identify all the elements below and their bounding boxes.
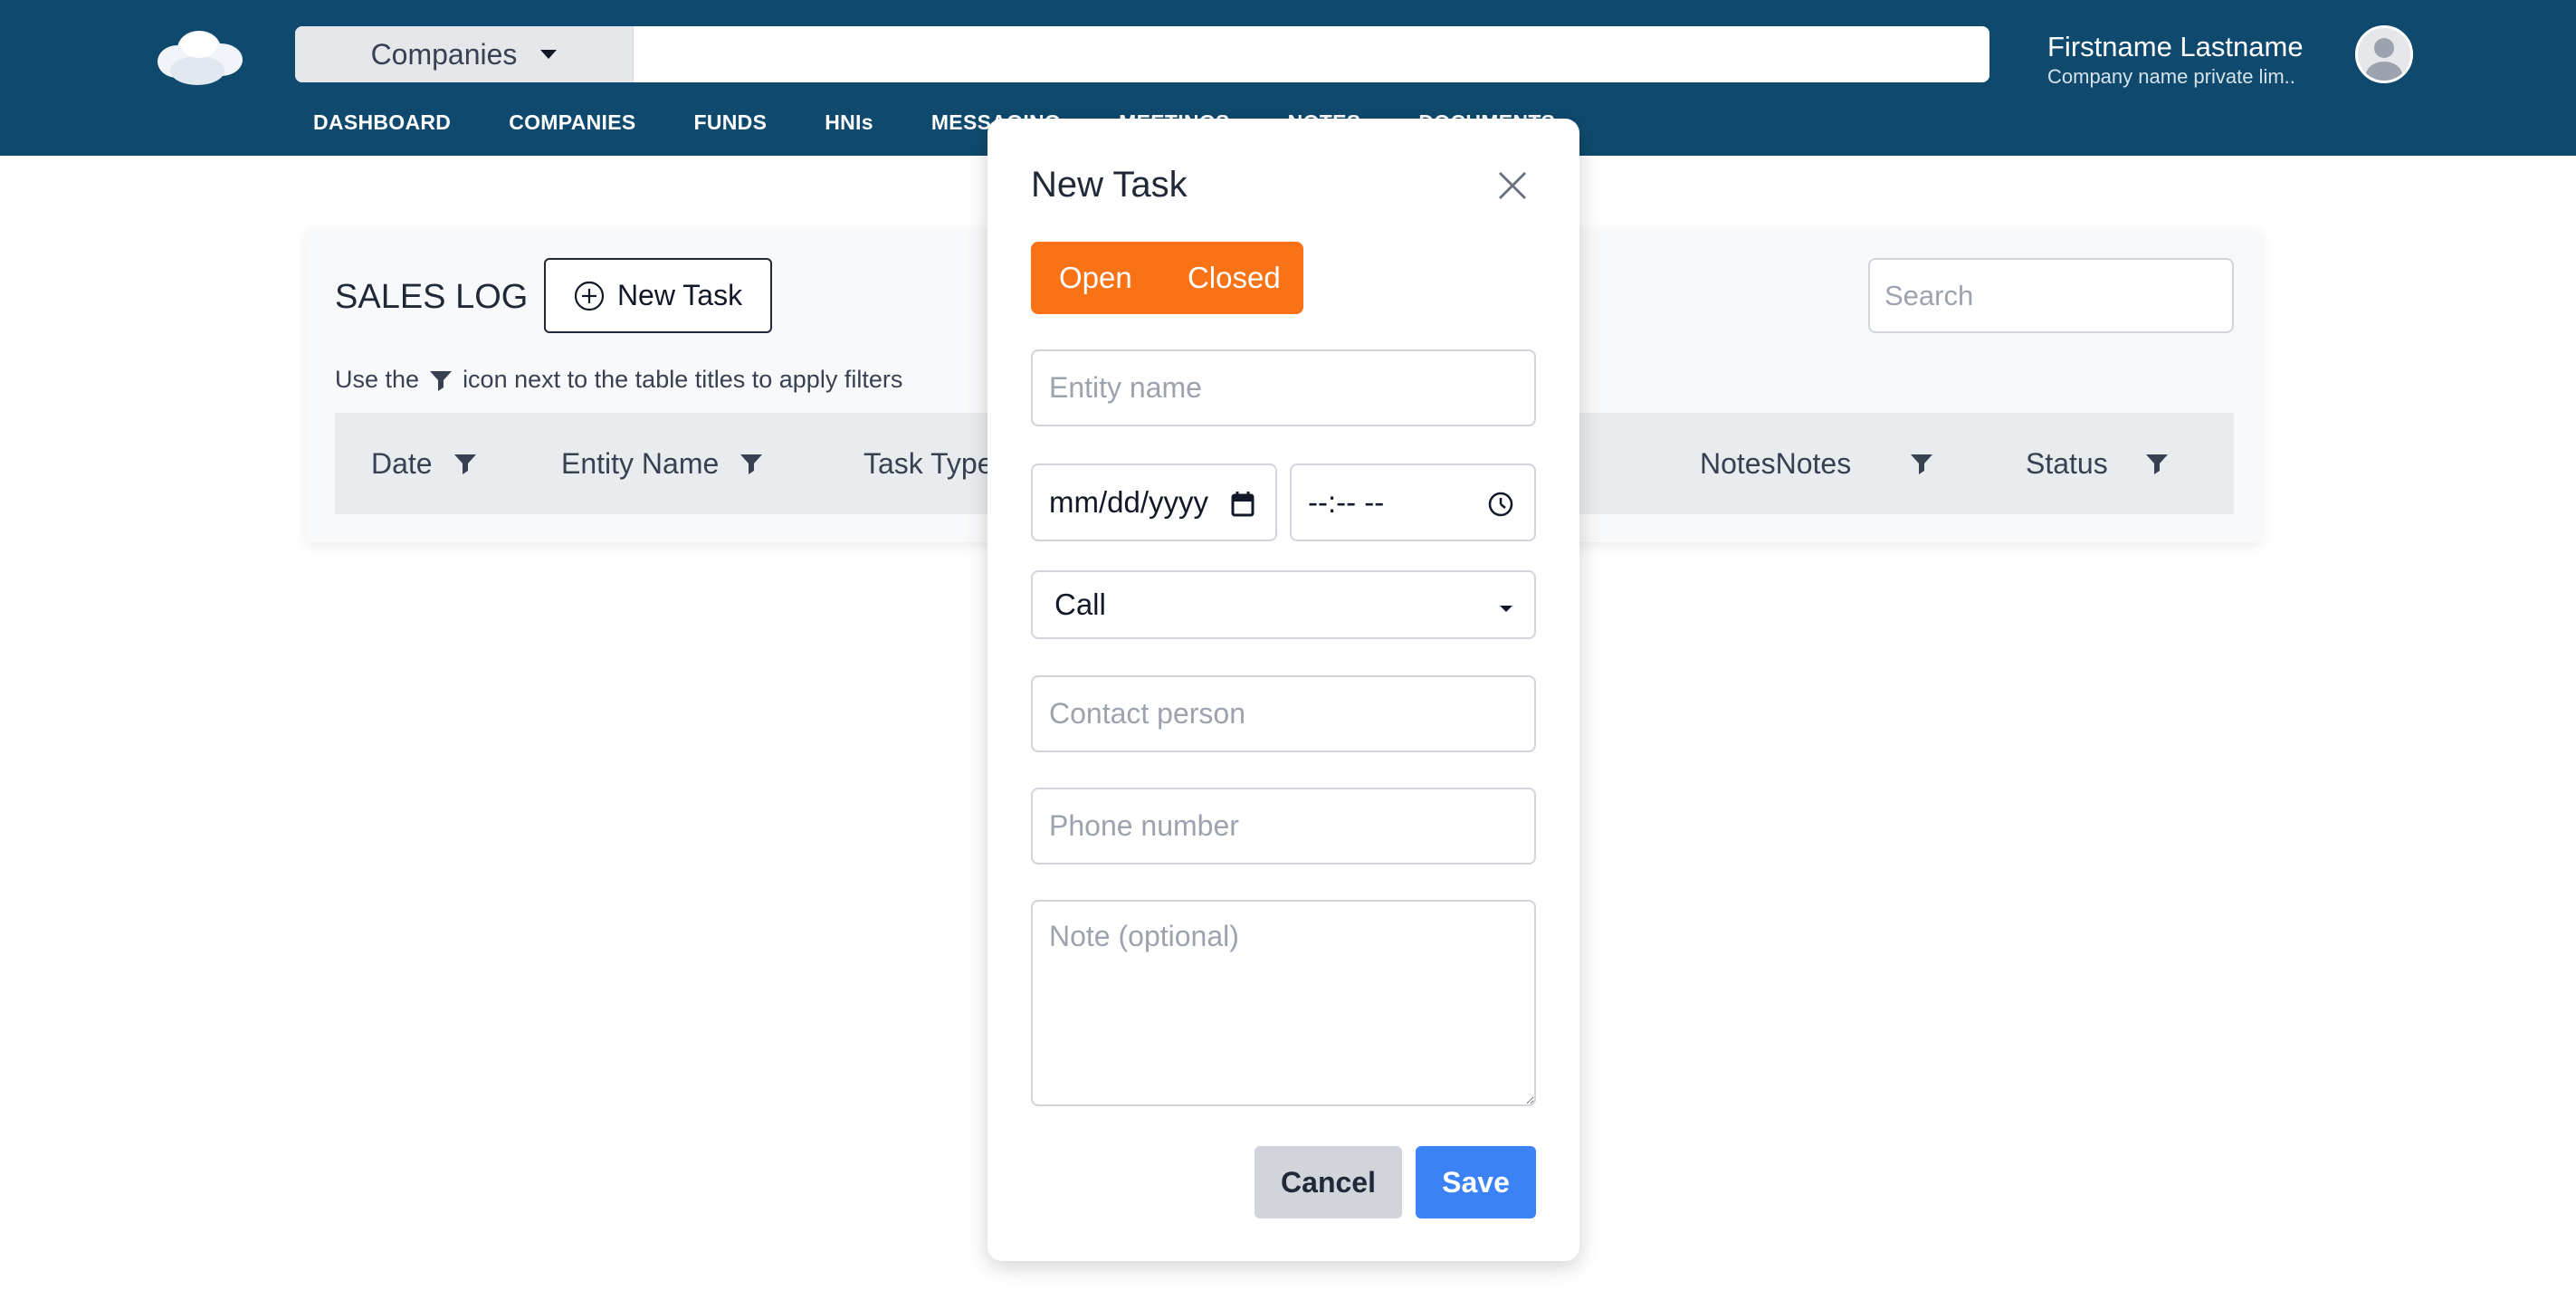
scope-dropdown[interactable]: Companies bbox=[295, 26, 634, 82]
filter-icon[interactable] bbox=[1909, 451, 1934, 476]
clock-icon[interactable] bbox=[1487, 491, 1514, 518]
filter-icon bbox=[430, 370, 453, 391]
page-title: SALES LOG bbox=[335, 278, 529, 316]
nav-dashboard[interactable]: DASHBOARD bbox=[313, 110, 451, 135]
user-name[interactable]: Firstname Lastname bbox=[2047, 31, 2304, 63]
filter-hint: Use the icon next to the table titles to… bbox=[335, 366, 902, 394]
column-notes-label: NotesNotes bbox=[1700, 446, 1852, 480]
global-search-bar: Companies bbox=[295, 26, 1989, 82]
search-input[interactable] bbox=[1868, 258, 2234, 333]
task-type-value: Call bbox=[1054, 588, 1106, 621]
chevron-down-icon bbox=[540, 50, 558, 59]
global-search-input[interactable] bbox=[634, 26, 1989, 82]
filter-icon[interactable] bbox=[453, 451, 478, 476]
status-toggle: Open Closed bbox=[1031, 242, 1303, 314]
status-closed-option[interactable]: Closed bbox=[1188, 261, 1281, 295]
contact-person-input[interactable] bbox=[1031, 675, 1536, 752]
column-entity-name-label: Entity Name bbox=[561, 446, 720, 480]
filter-hint-after: icon next to the table titles to apply f… bbox=[463, 366, 903, 393]
status-open-option[interactable]: Open bbox=[1059, 261, 1132, 295]
new-task-label: New Task bbox=[616, 279, 743, 311]
column-date: Date bbox=[371, 413, 478, 514]
phone-number-input[interactable] bbox=[1031, 788, 1536, 865]
scope-dropdown-label: Companies bbox=[370, 37, 518, 71]
save-button[interactable]: Save bbox=[1416, 1146, 1536, 1218]
plus-circle-icon bbox=[574, 281, 605, 311]
cancel-button[interactable]: Cancel bbox=[1255, 1146, 1402, 1218]
new-task-button[interactable]: New Task bbox=[544, 258, 772, 333]
avatar-icon[interactable] bbox=[2355, 25, 2413, 83]
entity-name-input[interactable] bbox=[1031, 349, 1536, 426]
close-icon[interactable] bbox=[1496, 169, 1529, 202]
cloud-logo-icon[interactable] bbox=[152, 24, 246, 87]
nav-companies[interactable]: COMPANIES bbox=[509, 110, 635, 135]
column-status-label: Status bbox=[2026, 446, 2108, 480]
nav-funds[interactable]: FUNDS bbox=[694, 110, 768, 135]
column-date-label: Date bbox=[371, 446, 433, 480]
filter-hint-before: Use the bbox=[335, 366, 420, 393]
time-input[interactable]: --:-- -- bbox=[1290, 463, 1536, 541]
date-input[interactable]: mm/dd/yyyy bbox=[1031, 463, 1277, 541]
calendar-icon[interactable] bbox=[1230, 491, 1255, 518]
user-company: Company name private lim.. bbox=[2047, 65, 2295, 88]
modal-title: New Task bbox=[1031, 165, 1188, 205]
column-notes: NotesNotes bbox=[1700, 413, 1934, 514]
time-input-value: --:-- -- bbox=[1308, 485, 1385, 519]
chevron-down-icon bbox=[1500, 606, 1512, 612]
filter-icon[interactable] bbox=[2144, 451, 2170, 476]
nav-hnis[interactable]: HNIs bbox=[825, 110, 873, 135]
new-task-modal: New Task Open Closed mm/dd/yyyy --:-- --… bbox=[987, 119, 1579, 1261]
column-task-type-label: Task Type bbox=[863, 446, 994, 480]
note-textarea[interactable] bbox=[1031, 900, 1536, 1106]
date-input-value: mm/dd/yyyy bbox=[1049, 485, 1209, 519]
column-task-type: Task Type bbox=[863, 413, 993, 514]
task-type-select[interactable]: Call bbox=[1031, 570, 1536, 639]
column-entity-name: Entity Name bbox=[561, 413, 764, 514]
filter-icon[interactable] bbox=[739, 451, 764, 476]
column-status: Status bbox=[2026, 413, 2170, 514]
